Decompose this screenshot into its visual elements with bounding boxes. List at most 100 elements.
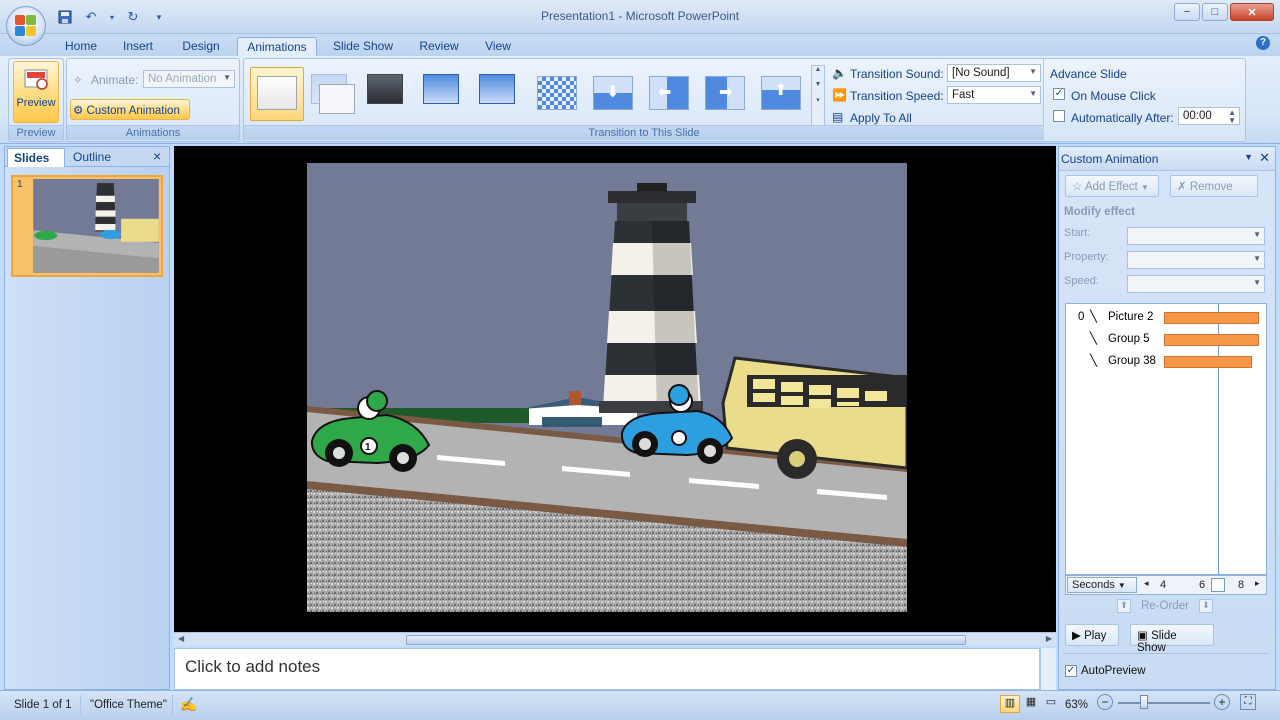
property-dropdown[interactable]: ▼: [1127, 251, 1265, 269]
scroll-up-icon[interactable]: ▲: [812, 66, 824, 73]
animation-timing-bar[interactable]: [1164, 312, 1259, 324]
transition-cut-black[interactable]: [474, 67, 528, 121]
speed-dropdown[interactable]: ▼: [1127, 275, 1265, 293]
tab-home[interactable]: Home: [58, 37, 104, 56]
spelling-check-icon[interactable]: ✍: [180, 696, 197, 713]
divider: [1063, 653, 1269, 654]
property-label: Property:: [1064, 251, 1109, 263]
transition-fade-smoothly[interactable]: [306, 67, 360, 121]
animation-item[interactable]: 0 ╲ Picture 2: [1066, 308, 1266, 328]
tab-slides[interactable]: Slides: [7, 148, 65, 167]
remove-button[interactable]: ✗ Remove: [1170, 175, 1258, 197]
slide-sorter-icon[interactable]: ▦: [1022, 695, 1040, 713]
zoom-slider-thumb[interactable]: [1140, 695, 1148, 709]
motion-path-icon: ╲: [1090, 333, 1097, 345]
notes-pane[interactable]: Click to add notes: [174, 648, 1040, 690]
notes-scrollbar[interactable]: [1040, 648, 1056, 690]
task-pane-header: Custom Animation ▼ ✕: [1059, 147, 1275, 171]
tab-view[interactable]: View: [477, 37, 519, 56]
zoom-out-icon[interactable]: −: [1097, 694, 1113, 710]
play-button[interactable]: ▶ Play: [1065, 624, 1119, 646]
animation-name: Group 5: [1108, 333, 1150, 345]
auto-after-spinner[interactable]: 00:00 ▲ ▼: [1178, 107, 1240, 125]
maximize-button[interactable]: □: [1202, 3, 1228, 21]
save-icon[interactable]: [56, 8, 74, 26]
gallery-scroll[interactable]: ▲ ▼ ▾: [811, 65, 825, 127]
transition-wipe-up[interactable]: ⬆: [754, 67, 808, 121]
slide-show-view-icon[interactable]: ▭: [1042, 695, 1060, 713]
animation-item[interactable]: ╲ Group 5: [1066, 330, 1266, 350]
motion-path-icon: ╲: [1090, 355, 1097, 367]
zoom-level[interactable]: 63%: [1065, 699, 1088, 711]
animation-timing-bar[interactable]: [1164, 356, 1252, 368]
seconds-dropdown[interactable]: Seconds ▼: [1067, 577, 1137, 593]
fit-to-window-icon[interactable]: ⛶: [1240, 694, 1256, 710]
preview-button[interactable]: Preview: [13, 61, 59, 123]
auto-after-checkbox[interactable]: [1053, 110, 1065, 122]
redo-icon[interactable]: ↻: [124, 8, 142, 26]
chevron-down-icon: ▼: [1253, 254, 1261, 263]
normal-view-icon[interactable]: ▥: [1000, 695, 1020, 713]
custom-animation-button[interactable]: ⚙ Custom Animation: [70, 99, 190, 120]
slide-canvas[interactable]: 1: [307, 163, 907, 612]
scroll-right-icon[interactable]: ▶: [1046, 634, 1052, 643]
animation-timing-bar[interactable]: [1164, 334, 1259, 346]
close-pane-icon[interactable]: ✕: [1259, 150, 1270, 166]
timeline-thumb[interactable]: [1211, 578, 1225, 592]
undo-dropdown-icon[interactable]: ▾: [108, 8, 116, 26]
pane-options-icon[interactable]: ▼: [1244, 152, 1253, 162]
slide-show-button[interactable]: ▣ Slide Show: [1130, 624, 1214, 654]
zoom-slider[interactable]: [1118, 702, 1210, 704]
close-button[interactable]: ✕: [1230, 3, 1274, 21]
animate-dropdown[interactable]: No Animation ▼: [143, 70, 235, 88]
slides-pane: Slides Outline × 1: [4, 146, 170, 690]
transition-wipe-down[interactable]: ⬇: [586, 67, 640, 121]
tab-review[interactable]: Review: [412, 37, 466, 56]
scroll-down-icon[interactable]: ▼: [812, 81, 824, 88]
tab-slide-show[interactable]: Slide Show: [326, 37, 400, 56]
add-effect-button[interactable]: ☆ Add Effect ▼: [1065, 175, 1159, 197]
transition-cut[interactable]: [418, 67, 472, 121]
spin-down-icon[interactable]: ▼: [1228, 116, 1236, 125]
animation-name: Group 38: [1108, 355, 1156, 367]
tab-animations[interactable]: Animations: [237, 37, 317, 56]
gallery-more-icon[interactable]: ▾: [812, 96, 824, 104]
help-icon[interactable]: ?: [1256, 36, 1270, 50]
transition-speed-dropdown[interactable]: Fast ▼: [947, 86, 1041, 104]
transition-dissolve[interactable]: [530, 67, 584, 121]
remove-icon: ✗: [1177, 181, 1187, 193]
move-down-icon[interactable]: ⬇: [1199, 599, 1213, 613]
move-up-icon[interactable]: ⬆: [1117, 599, 1131, 613]
preview-icon: [24, 69, 48, 90]
zoom-in-icon[interactable]: +: [1214, 694, 1230, 710]
transition-wipe-left[interactable]: ⬅: [642, 67, 696, 121]
transition-none[interactable]: [250, 67, 304, 121]
autopreview-checkbox[interactable]: ✓: [1065, 665, 1077, 677]
transition-group-label: Transition to This Slide: [244, 125, 1044, 140]
chevron-down-icon: ▼: [223, 73, 231, 82]
minimize-button[interactable]: −: [1174, 3, 1200, 21]
start-dropdown[interactable]: ▼: [1127, 227, 1265, 245]
transition-wipe-right[interactable]: ➡: [698, 67, 752, 121]
close-pane-icon[interactable]: ×: [149, 148, 165, 167]
preview-group-label: Preview: [9, 125, 63, 140]
tab-design[interactable]: Design: [174, 37, 228, 56]
theme-name: "Office Theme": [90, 699, 167, 711]
transition-sound-dropdown[interactable]: [No Sound] ▼: [947, 64, 1041, 82]
tab-outline[interactable]: Outline: [67, 148, 127, 167]
timeline-right-icon[interactable]: ▸: [1255, 578, 1260, 589]
office-button[interactable]: [6, 6, 46, 46]
transition-fade-black[interactable]: [362, 67, 416, 121]
scroll-left-icon[interactable]: ◀: [178, 634, 184, 643]
scroll-thumb[interactable]: [406, 635, 966, 645]
apply-to-all-button[interactable]: Apply To All: [850, 111, 912, 125]
slide-thumbnail[interactable]: 1: [11, 175, 163, 277]
timeline-left-icon[interactable]: ◂: [1144, 578, 1149, 589]
customize-qat-icon[interactable]: ▾: [150, 8, 168, 26]
undo-icon[interactable]: ↶: [82, 8, 100, 26]
star-icon: ☆: [1072, 181, 1083, 193]
on-mouse-click-checkbox[interactable]: ✓: [1053, 88, 1065, 100]
animation-item[interactable]: ╲ Group 38: [1066, 352, 1266, 372]
tab-insert[interactable]: Insert: [114, 37, 162, 56]
horizontal-scrollbar[interactable]: ◀ ▶: [174, 632, 1056, 646]
